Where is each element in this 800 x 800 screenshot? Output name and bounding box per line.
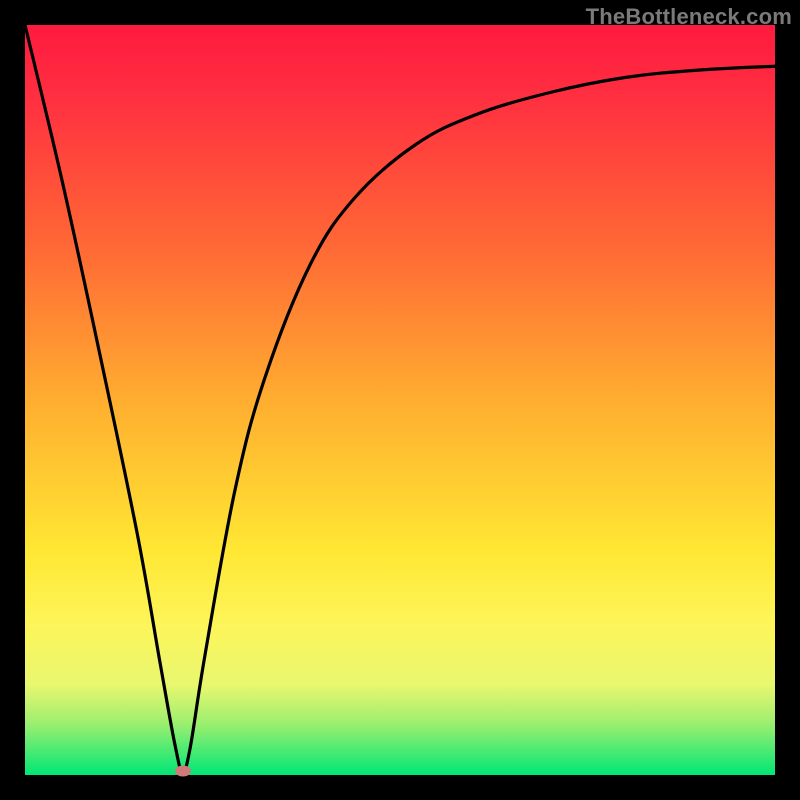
- chart-frame: TheBottleneck.com: [0, 0, 800, 800]
- curve-line: [25, 25, 775, 771]
- bottleneck-curve: [25, 25, 775, 775]
- optimum-marker: [175, 766, 191, 777]
- plot-area: [25, 25, 775, 775]
- watermark-label: TheBottleneck.com: [586, 4, 792, 30]
